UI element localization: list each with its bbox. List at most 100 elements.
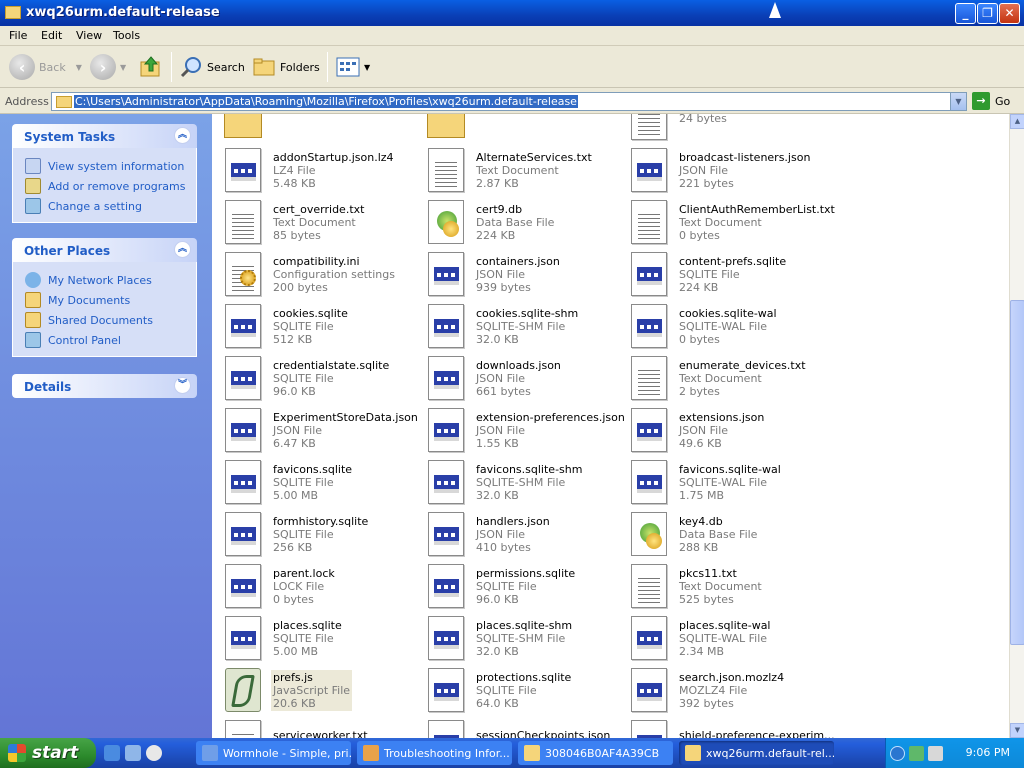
chevron-down-icon: ▼ [120, 62, 127, 72]
file-item[interactable]: ClientAuthRememberList.txt Text Document 0… [628, 196, 835, 248]
task-change-setting[interactable]: Change a setting [13, 196, 196, 216]
file-meta: protections.sqlite SQLITE File 64.0 KB [474, 670, 573, 711]
file-item[interactable]: serviceworker.txtText Document [222, 716, 425, 738]
file-item[interactable]: favicons.sqlite SQLITE File 5.00 MB [222, 456, 425, 508]
file-item[interactable]: key4.db Data Base File 288 KB [628, 508, 831, 560]
file-item[interactable]: places.sqlite-wal SQLITE-WAL File 2.34 MB [628, 612, 831, 664]
file-item[interactable]: search.json.mozlz4 MOZLZ4 File 392 bytes [628, 664, 831, 716]
details-header[interactable]: Details ︾ [12, 374, 197, 398]
file-item[interactable]: cert9.db Data Base File 224 KB [425, 196, 628, 248]
file-item[interactable]: extension-preferences.json JSON File 1.55 … [425, 404, 628, 456]
file-item[interactable]: pkcs11.txt Text Document 525 bytes [628, 560, 831, 612]
file-name: favicons.sqlite [273, 462, 353, 476]
file-meta: credentialstate.sqlite SQLITE File 96.0 KB [271, 358, 391, 399]
file-item[interactable]: handlers.json JSON File 410 bytes [425, 508, 628, 560]
file-item[interactable]: credentialstate.sqlite SQLITE File 96.0 KB [222, 352, 425, 404]
file-type: SQLITE File [679, 267, 740, 281]
place-my-documents[interactable]: My Documents [13, 290, 196, 310]
search-button[interactable]: Search [179, 53, 245, 81]
title-bar[interactable]: xwq26urm.default-release _ ❐ ✕ [0, 0, 1024, 26]
documents-folder-icon [25, 292, 41, 308]
file-item[interactable]: favicons.sqlite-shm SQLITE-SHM File 32.0 K… [425, 456, 628, 508]
menu-tools[interactable]: Tools [113, 29, 140, 42]
scroll-down-arrow-icon[interactable]: ▼ [1010, 723, 1024, 738]
folders-button[interactable]: Folders [252, 53, 320, 81]
taskbar-button[interactable]: Wormhole - Simple, pri... [196, 741, 351, 765]
task-app-icon [202, 745, 218, 761]
file-item[interactable]: sessionCheckpoints.jsonJSON File [425, 716, 628, 738]
generic-file-icon [222, 458, 264, 506]
file-item[interactable]: addonStartup.json.lz4 LZ4 File 5.48 KB [222, 144, 425, 196]
close-button[interactable]: ✕ [999, 3, 1020, 24]
maximize-button[interactable]: ❐ [977, 3, 998, 24]
file-item[interactable]: favicons.sqlite-wal SQLITE-WAL File 1.75 M… [628, 456, 831, 508]
file-item[interactable]: cookies.sqlite-wal SQLITE-WAL File 0 bytes [628, 300, 831, 352]
collapse-icon[interactable]: ︽ [174, 127, 191, 144]
file-item[interactable]: enumerate_devices.txt Text Document 2 byte… [628, 352, 831, 404]
file-item[interactable]: places.sqlite SQLITE File 5.00 MB [222, 612, 425, 664]
file-item[interactable] [425, 114, 628, 144]
forward-button[interactable]: › ▼ [90, 53, 126, 81]
file-size: 96.0 KB [476, 592, 519, 606]
file-item[interactable] [222, 114, 425, 144]
file-item[interactable]: content-prefs.sqlite SQLITE File 224 KB [628, 248, 831, 300]
scroll-thumb[interactable] [1010, 300, 1024, 645]
folder-icon [5, 6, 21, 19]
task-add-remove-programs[interactable]: Add or remove programs [13, 176, 196, 196]
file-type: Text Document [679, 371, 762, 385]
generic-file-icon [425, 406, 467, 454]
back-button[interactable]: ‹ Back ▼ [9, 53, 82, 81]
up-folder-button[interactable] [139, 53, 163, 81]
menu-file[interactable]: File [9, 29, 27, 42]
network-tray-icon[interactable] [909, 745, 924, 761]
file-item[interactable]: prefs.js JavaScript File 20.6 KB [222, 664, 425, 716]
file-item[interactable]: cookies.sqlite SQLITE File 512 KB [222, 300, 425, 352]
place-control-panel[interactable]: Control Panel [13, 330, 196, 350]
vertical-scrollbar[interactable]: ▲ ▼ [1009, 114, 1024, 738]
file-item[interactable]: cert_override.txt Text Document 85 bytes [222, 196, 425, 248]
file-item[interactable]: 24 bytes [628, 114, 831, 144]
minimize-button[interactable]: _ [955, 3, 976, 24]
file-item[interactable]: parent.lock LOCK File 0 bytes [222, 560, 425, 612]
collapse-icon[interactable]: ︽ [174, 241, 191, 258]
go-button[interactable]: → Go [972, 92, 1010, 110]
file-size: 200 bytes [273, 280, 328, 294]
start-button[interactable]: start [0, 738, 96, 768]
system-tasks-header[interactable]: System Tasks ︽ [12, 124, 197, 148]
file-item[interactable]: protections.sqlite SQLITE File 64.0 KB [425, 664, 628, 716]
taskbar-button[interactable]: Troubleshooting Infor... [357, 741, 512, 765]
file-item[interactable]: places.sqlite-shm SQLITE-SHM File 32.0 KB [425, 612, 628, 664]
other-places-header[interactable]: Other Places ︽ [12, 238, 197, 262]
internet-explorer-icon[interactable] [104, 745, 120, 761]
tray-expand-icon[interactable] [890, 745, 905, 761]
show-desktop-icon[interactable] [125, 745, 141, 761]
file-name: handlers.json [476, 514, 550, 528]
file-size: 32.0 KB [476, 488, 519, 502]
file-type: SQLITE File [273, 371, 334, 385]
file-item[interactable]: shield-preference-experim...JSON File [628, 716, 835, 738]
menu-edit[interactable]: Edit [41, 29, 62, 42]
file-item[interactable]: compatibility.ini Configuration settings 2… [222, 248, 425, 300]
file-item[interactable]: ExperimentStoreData.json JSON File 6.47 KB [222, 404, 425, 456]
file-item[interactable]: formhistory.sqlite SQLITE File 256 KB [222, 508, 425, 560]
expand-icon[interactable]: ︾ [174, 377, 191, 394]
menu-view[interactable]: View [76, 29, 102, 42]
file-item[interactable]: containers.json JSON File 939 bytes [425, 248, 628, 300]
file-item[interactable]: downloads.json JSON File 661 bytes [425, 352, 628, 404]
file-item[interactable]: permissions.sqlite SQLITE File 96.0 KB [425, 560, 628, 612]
taskbar-button[interactable]: xwq26urm.default-rel... [679, 741, 834, 765]
file-item[interactable]: extensions.json JSON File 49.6 KB [628, 404, 831, 456]
media-player-icon[interactable] [146, 745, 162, 761]
taskbar-button[interactable]: 308046B0AF4A39CB [518, 741, 673, 765]
views-button[interactable]: ▼ [336, 53, 370, 81]
scroll-up-arrow-icon[interactable]: ▲ [1010, 114, 1024, 129]
task-view-system-information[interactable]: View system information [13, 156, 196, 176]
address-dropdown-button[interactable]: ▼ [950, 93, 966, 110]
file-item[interactable]: AlternateServices.txt Text Document 2.87 K… [425, 144, 628, 196]
place-shared-documents[interactable]: Shared Documents [13, 310, 196, 330]
volume-tray-icon[interactable] [928, 745, 943, 761]
address-input[interactable]: C:\Users\Administrator\AppData\Roaming\M… [51, 92, 967, 111]
file-item[interactable]: cookies.sqlite-shm SQLITE-SHM File 32.0 KB [425, 300, 628, 352]
place-my-network-places[interactable]: My Network Places [13, 270, 196, 290]
file-item[interactable]: broadcast-listeners.json JSON File 221 byt… [628, 144, 831, 196]
